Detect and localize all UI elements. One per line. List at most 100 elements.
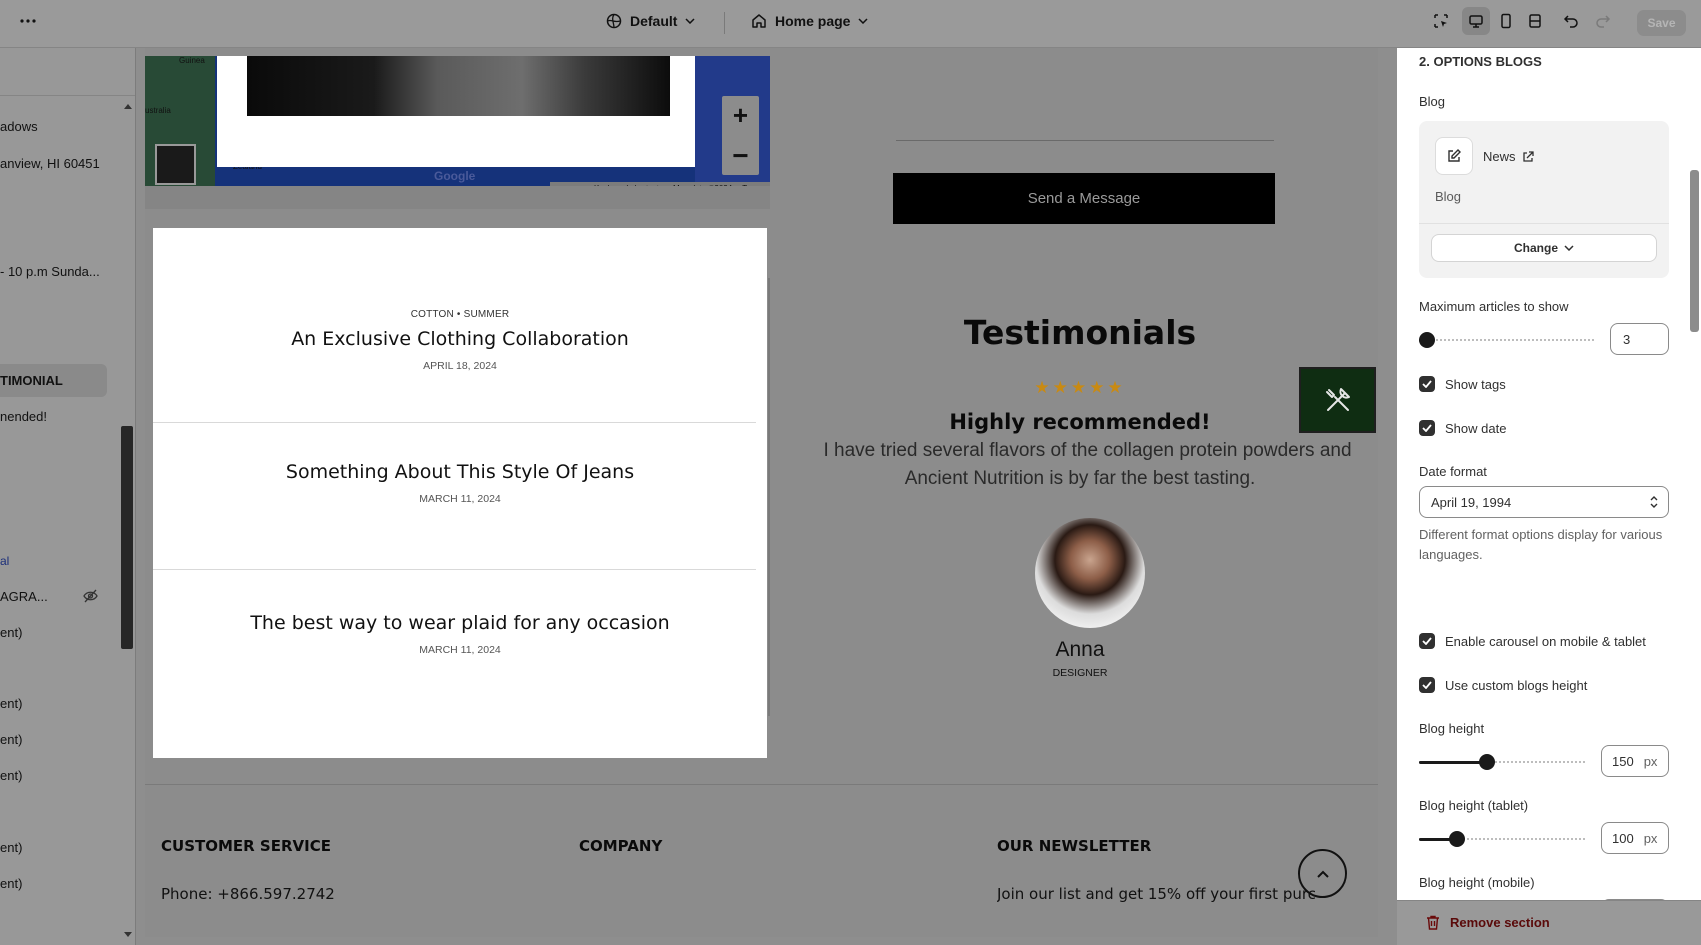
chevron-down-icon (685, 18, 695, 24)
eye-off-icon[interactable] (83, 589, 98, 603)
blog-post[interactable]: Something About This Style Of Jeans MARC… (153, 461, 767, 505)
scroll-down-icon[interactable] (124, 932, 132, 938)
mobile-view-icon[interactable] (1492, 7, 1520, 35)
footer-phone[interactable]: Phone: +866.597.2742 (161, 885, 335, 903)
post-title[interactable]: The best way to wear plaid for any occas… (153, 612, 767, 634)
form-field-underline (896, 140, 1274, 141)
post-date: MARCH 11, 2024 (419, 493, 501, 505)
more-horizontal-icon[interactable] (14, 7, 42, 35)
sidebar-item[interactable]: ent) (0, 625, 22, 640)
post-title[interactable]: Something About This Style Of Jeans (153, 461, 767, 483)
blog-height-slider[interactable] (1419, 754, 1585, 770)
show-date-checkbox[interactable]: Show date (1419, 420, 1506, 436)
page-label: Home page (775, 13, 851, 29)
slider-handle[interactable] (1449, 831, 1465, 847)
blog-name: News (1483, 149, 1516, 164)
map-type-toggle[interactable] (155, 144, 196, 185)
save-button[interactable]: Save (1637, 10, 1686, 36)
section-title: 2. OPTIONS BLOGS (1419, 54, 1542, 69)
edit-icon[interactable] (1435, 137, 1473, 175)
theme-label: Default (630, 13, 678, 29)
full-width-view-icon[interactable] (1521, 7, 1549, 35)
product-image (247, 56, 670, 116)
map-label: Guinea (179, 56, 205, 65)
google-logo: Google (434, 169, 476, 183)
slider-handle[interactable] (1479, 754, 1495, 770)
testimonial-role: DESIGNER (1052, 667, 1108, 679)
sidebar-item[interactable]: AGRA... (0, 589, 48, 604)
post-title[interactable]: An Exclusive Clothing Collaboration (153, 328, 767, 350)
sidebar-item[interactable]: ent) (0, 696, 22, 711)
map-label: ustralia (145, 106, 171, 115)
chevron-up-icon (1316, 870, 1329, 878)
show-tags-checkbox[interactable]: Show tags (1419, 376, 1506, 392)
inspector-select-icon[interactable] (1427, 7, 1455, 35)
map-embed[interactable]: Guinea ustralia Zealand Google + − Keybo… (145, 56, 770, 194)
footer-newsletter-text: Join our list and get 15% off your first… (997, 885, 1315, 903)
blog-scrollbar[interactable] (768, 278, 770, 716)
custom-height-checkbox[interactable]: Use custom blogs height (1419, 677, 1587, 693)
tools-fab-button[interactable] (1299, 367, 1376, 433)
footer-heading-company: COMPANY (579, 837, 663, 855)
show-tags-label: Show tags (1445, 376, 1506, 392)
blog-post[interactable]: The best way to wear plaid for any occas… (153, 612, 767, 656)
change-label: Change (1513, 241, 1558, 255)
blog-height-tablet-input[interactable]: 100 px (1601, 822, 1669, 854)
undo-icon[interactable] (1557, 7, 1585, 35)
sidebar-link[interactable]: al (0, 554, 9, 568)
scroll-up-icon[interactable] (124, 103, 132, 109)
page-selector[interactable]: Home page (751, 13, 868, 29)
desktop-view-icon[interactable] (1462, 7, 1490, 35)
sidebar-item[interactable]: nended! (0, 409, 47, 424)
globe-icon (606, 13, 622, 29)
sidebar-item[interactable]: ent) (0, 840, 22, 855)
settings-footer: Remove section (1397, 900, 1701, 945)
sidebar-item[interactable]: adows (0, 119, 38, 134)
carousel-checkbox[interactable]: Enable carousel on mobile & tablet (1419, 633, 1646, 649)
blog-height-input[interactable]: 150 px (1601, 745, 1669, 777)
sidebar-item[interactable]: anview, HI 60451 (0, 156, 100, 171)
slider-handle[interactable] (1419, 332, 1435, 348)
testimonial-text-line2: Ancient Nutrition is by far the best tas… (904, 468, 1256, 489)
avatar (1035, 518, 1145, 628)
max-articles-slider[interactable] (1419, 332, 1594, 348)
post-date: APRIL 18, 2024 (423, 360, 497, 372)
back-to-top-button[interactable] (1298, 849, 1347, 898)
max-articles-label: Maximum articles to show (1419, 299, 1569, 314)
change-blog-button[interactable]: Change (1431, 234, 1657, 262)
sidebar-item[interactable]: ent) (0, 876, 22, 891)
date-format-select[interactable]: April 19, 1994 (1419, 486, 1669, 518)
sidebar-item[interactable]: ent) (0, 768, 22, 783)
home-icon (752, 14, 766, 28)
checkmark-icon (1419, 420, 1435, 436)
rating-stars: ★★★★★ (1034, 378, 1126, 397)
sidebar-scrollbar[interactable] (121, 426, 133, 649)
blog-post[interactable]: COTTON • SUMMER An Exclusive Clothing Co… (153, 309, 767, 372)
blog-list: COTTON • SUMMER An Exclusive Clothing Co… (153, 228, 767, 758)
unit-label: px (1643, 753, 1658, 769)
post-tags: COTTON • SUMMER (410, 309, 510, 320)
blog-picker-card: News Blog Change (1419, 121, 1669, 278)
theme-selector[interactable]: Default (606, 13, 695, 29)
date-format-help: Different format options display for var… (1419, 527, 1663, 562)
zoom-out-button[interactable]: − (722, 136, 759, 175)
zoom-in-button[interactable]: + (722, 96, 759, 135)
custom-height-label: Use custom blogs height (1445, 677, 1588, 693)
blog-height-value: 150 (1612, 753, 1634, 769)
checkmark-icon (1419, 633, 1435, 649)
remove-section-button[interactable]: Remove section (1426, 915, 1550, 930)
sidebar-item-testimonial[interactable]: TIMONIAL (0, 364, 107, 397)
blog-name-link[interactable]: News (1483, 149, 1534, 164)
max-articles-input[interactable]: 3 (1610, 323, 1669, 355)
map-popup (217, 56, 695, 167)
sidebar-item[interactable]: - 10 p.m Sunda... (0, 264, 100, 279)
post-date: MARCH 11, 2024 (419, 644, 501, 656)
sidebar-item[interactable]: ent) (0, 732, 22, 747)
max-articles-value: 3 (1623, 331, 1631, 347)
redo-icon[interactable] (1589, 7, 1617, 35)
send-message-button[interactable]: Send a Message (893, 173, 1275, 224)
blog-height-tablet-slider[interactable] (1419, 831, 1585, 847)
show-date-label: Show date (1445, 420, 1507, 436)
trash-icon (1427, 915, 1439, 930)
settings-scrollbar[interactable] (1690, 170, 1699, 332)
